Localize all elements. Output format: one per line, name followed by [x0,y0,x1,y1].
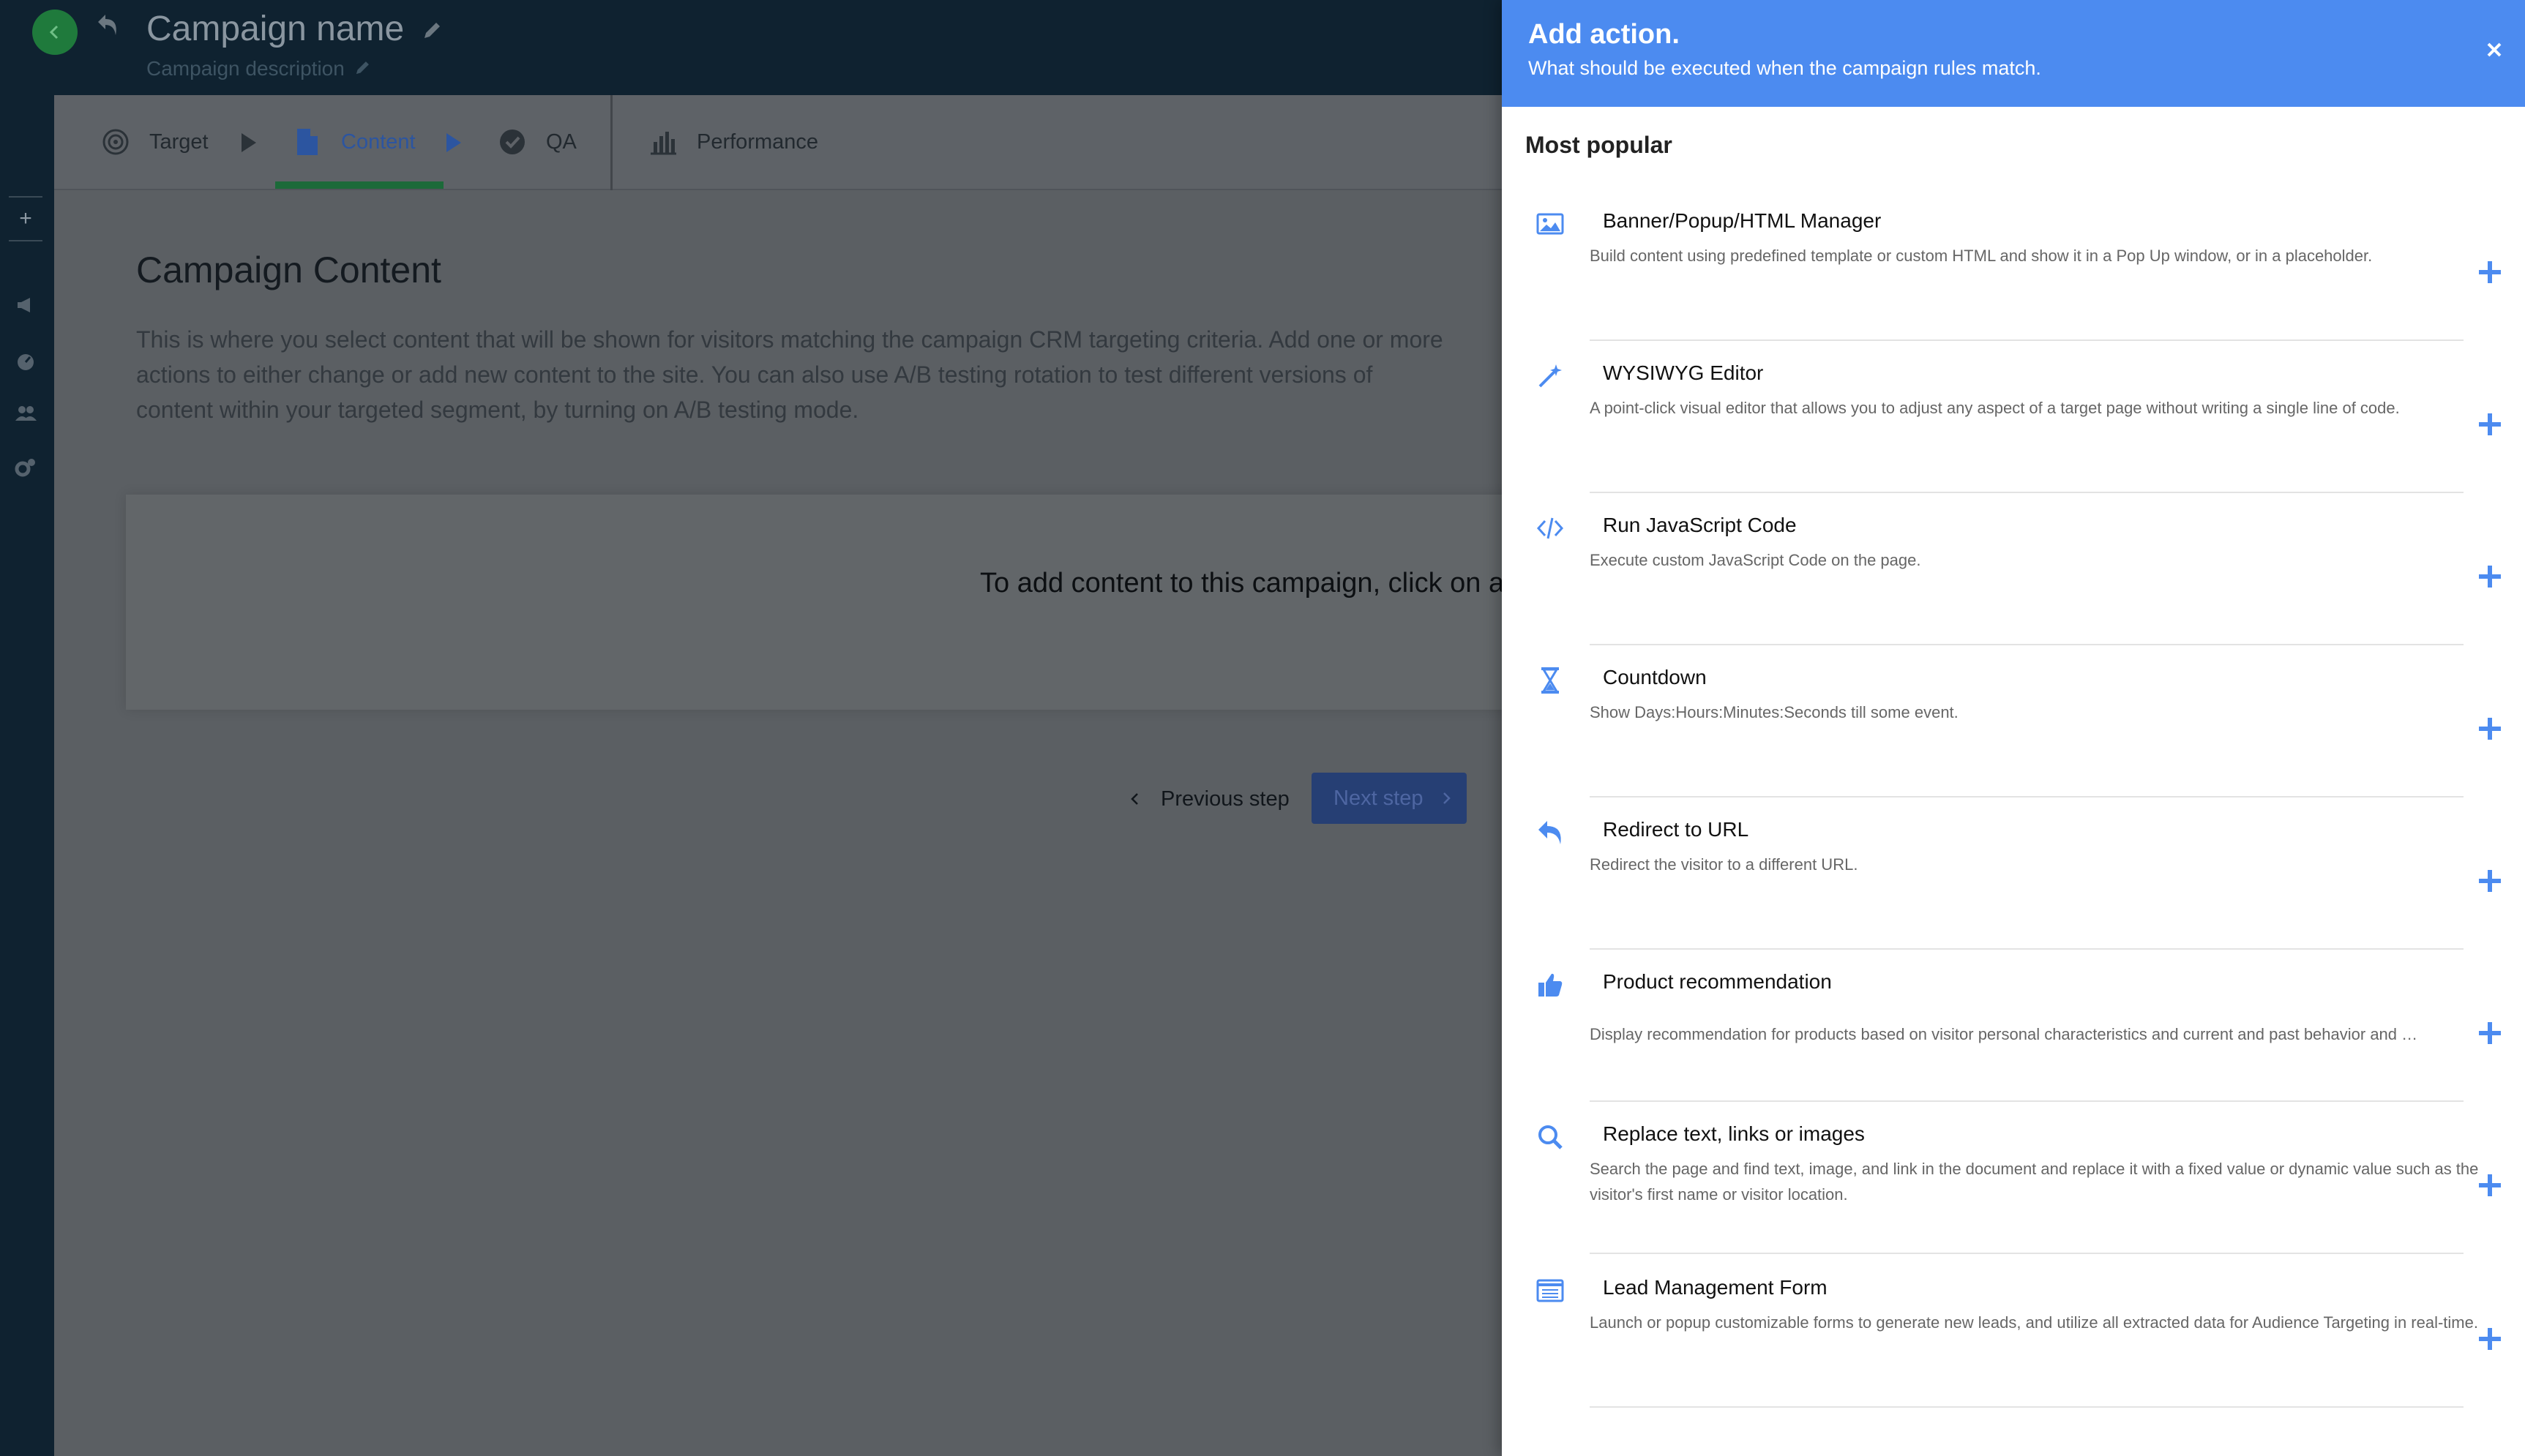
search-icon [1538,1125,1563,1149]
tab-label: Content [341,130,416,154]
action-description: Launch or popup customizable forms to ge… [1590,1313,2478,1332]
edit-name-icon[interactable] [420,19,444,42]
add-action-drawer: Add action. What should be executed when… [1502,0,2525,1456]
tab-content[interactable]: Content [275,95,444,189]
thumbs-up-icon [1538,973,1563,997]
tab-performance[interactable]: Performance [648,95,818,189]
action-item-product-recommendation[interactable]: Product recommendation Display recommend… [1502,970,2525,1122]
action-description: Redirect the visitor to a different URL. [1590,855,1858,874]
tab-label: QA [546,130,577,154]
bar-chart-icon [651,132,676,155]
previous-step-button[interactable]: Previous step [1127,774,1290,824]
empty-message: To add content to this campaign, click o… [980,568,1535,598]
action-item-countdown[interactable]: Countdown Show Days:Hours:Minutes:Second… [1502,666,2525,818]
hourglass-icon [1541,667,1559,694]
add-action-plus-icon[interactable] [2475,714,2505,743]
divider [1590,796,2464,798]
campaign-name[interactable]: Campaign name [146,9,404,49]
tab-label: Target [149,130,209,154]
add-action-plus-icon[interactable] [2475,1324,2505,1354]
action-description: Search the page and find text, image, an… [1590,1160,2479,1204]
step-tabs: Target Content QA Performance [54,95,1518,190]
add-action-plus-icon[interactable] [2475,866,2505,896]
action-description: Build content using predefined template … [1590,247,2373,265]
divider [1590,1406,2464,1408]
action-item-wysiwyg[interactable]: WYSIWYG Editor A point-click visual edit… [1502,361,2525,514]
divider [1590,1100,2464,1102]
edit-description-icon[interactable] [353,59,372,78]
add-campaign-button[interactable]: + [9,196,42,241]
back-button[interactable] [32,10,78,55]
left-rail: + [0,0,78,1456]
action-description: A point-click visual editor that allows … [1590,399,2400,417]
action-item-replace-text[interactable]: Replace text, links or images Search the… [1502,1122,2525,1275]
chevron-left-icon [1131,793,1138,805]
drawer-title: Add action. [1528,19,1680,50]
add-action-plus-icon[interactable] [2475,1018,2505,1048]
tab-label: Performance [697,130,819,154]
campaign-header: Campaign name Campaign description [54,0,1518,95]
action-item-lead-form[interactable]: Lead Management Form Launch or popup cus… [1502,1276,2525,1428]
users-icon[interactable] [13,401,38,426]
step-arrow-icon [446,133,461,152]
tab-divider [610,95,613,190]
image-icon [1536,213,1564,235]
document-icon [297,129,318,155]
close-icon[interactable] [2483,38,2506,61]
divider [1590,644,2464,645]
divider [1590,948,2464,950]
form-list-icon [1536,1279,1564,1302]
reply-arrow-icon [1538,821,1561,844]
undo-icon[interactable] [94,10,123,40]
action-item-javascript[interactable]: Run JavaScript Code Execute custom JavaS… [1502,514,2525,666]
add-action-plus-icon[interactable] [2475,258,2505,287]
action-name: Lead Management Form [1603,1276,1828,1299]
previous-step-label: Previous step [1161,787,1290,811]
divider [1590,492,2464,493]
action-description: Execute custom JavaScript Code on the pa… [1590,551,1921,569]
campaign-description[interactable]: Campaign description [146,57,345,80]
action-name: Run JavaScript Code [1603,514,1797,536]
action-name: WYSIWYG Editor [1603,361,1764,384]
action-description: Display recommendation for products base… [1590,1025,2418,1043]
action-item-banner[interactable]: Banner/Popup/HTML Manager Build content … [1502,209,2525,361]
next-step-button[interactable]: Next step [1312,773,1467,824]
page-title: Campaign Content [136,249,441,290]
add-action-plus-icon[interactable] [2475,1171,2505,1200]
action-name: Replace text, links or images [1603,1122,1865,1145]
target-icon [102,129,129,155]
page-description: This is where you select content that wi… [136,326,1443,423]
tab-qa[interactable]: QA [498,95,577,189]
chevron-left-icon [49,25,59,40]
magic-wand-icon [1538,364,1562,388]
action-name: Countdown [1603,666,1707,688]
drawer-header: Add action. What should be executed when… [1502,0,2525,107]
drawer-subtitle: What should be executed when the campaig… [1528,57,2041,79]
action-description: Show Days:Hours:Minutes:Seconds till som… [1590,703,1959,721]
action-name: Redirect to URL [1603,818,1749,841]
empty-content-card: To add content to this campaign, click o… [126,495,1575,710]
divider [1590,339,2464,341]
chevron-right-icon [1443,792,1451,804]
action-item-redirect[interactable]: Redirect to URL Redirect the visitor to … [1502,818,2525,970]
code-icon [1536,517,1564,539]
next-step-label: Next step [1333,786,1424,810]
settings-icon[interactable] [13,455,38,480]
divider [1590,1253,2464,1254]
action-name: Banner/Popup/HTML Manager [1603,209,1882,232]
check-circle-icon [500,130,525,154]
dashboard-icon[interactable] [13,348,38,373]
add-action-plus-icon[interactable] [2475,410,2505,439]
tab-target[interactable]: Target [101,95,209,189]
action-name: Product recommendation [1603,970,1832,993]
megaphone-icon[interactable] [13,293,38,318]
step-arrow-icon [242,133,256,152]
add-action-plus-icon[interactable] [2475,562,2505,591]
section-title: Most popular [1525,132,1672,158]
